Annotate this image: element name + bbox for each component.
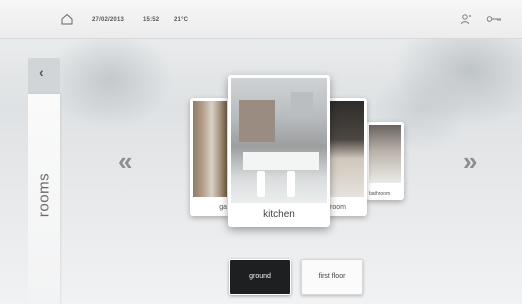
room-card-garage[interactable]: ga	[190, 98, 230, 216]
kitchen-stool	[257, 171, 265, 197]
time-text: 15:52	[143, 17, 160, 23]
kitchen-cabinet	[239, 100, 275, 142]
room-card-bathroom[interactable]: bathroom	[366, 122, 404, 200]
floor-button-ground[interactable]: ground	[229, 259, 291, 295]
carousel-next-button[interactable]: »	[463, 146, 477, 177]
chevron-left-icon: ‹	[39, 64, 44, 80]
temperature-text: 21°C	[174, 17, 189, 23]
room-card-label: bathroom	[369, 191, 391, 197]
kitchen-stool	[287, 171, 295, 197]
room-photo	[231, 78, 327, 203]
key-icon[interactable]	[486, 14, 502, 24]
home-icon[interactable]	[60, 12, 74, 26]
user-icon[interactable]	[460, 13, 472, 25]
room-card-label: room	[330, 204, 346, 211]
room-photo	[330, 101, 364, 197]
room-card-living-room[interactable]: room	[327, 98, 367, 216]
rooms-title: rooms	[35, 172, 53, 218]
room-photo	[193, 101, 227, 197]
room-card-label: kitchen	[263, 209, 295, 220]
date-text: 27/02/2013	[92, 17, 125, 23]
room-photo	[369, 125, 401, 183]
kitchen-island	[243, 152, 319, 170]
carousel-prev-button[interactable]: «	[118, 146, 132, 177]
room-card-kitchen[interactable]: kitchen	[228, 75, 330, 227]
back-button[interactable]: ‹	[28, 58, 60, 94]
room-card-label: ga	[219, 204, 227, 211]
floor-button-first-floor[interactable]: first floor	[301, 259, 363, 295]
status-bar: 27/02/2013 15:52 21°C	[0, 0, 522, 39]
kitchen-hood	[291, 92, 313, 116]
